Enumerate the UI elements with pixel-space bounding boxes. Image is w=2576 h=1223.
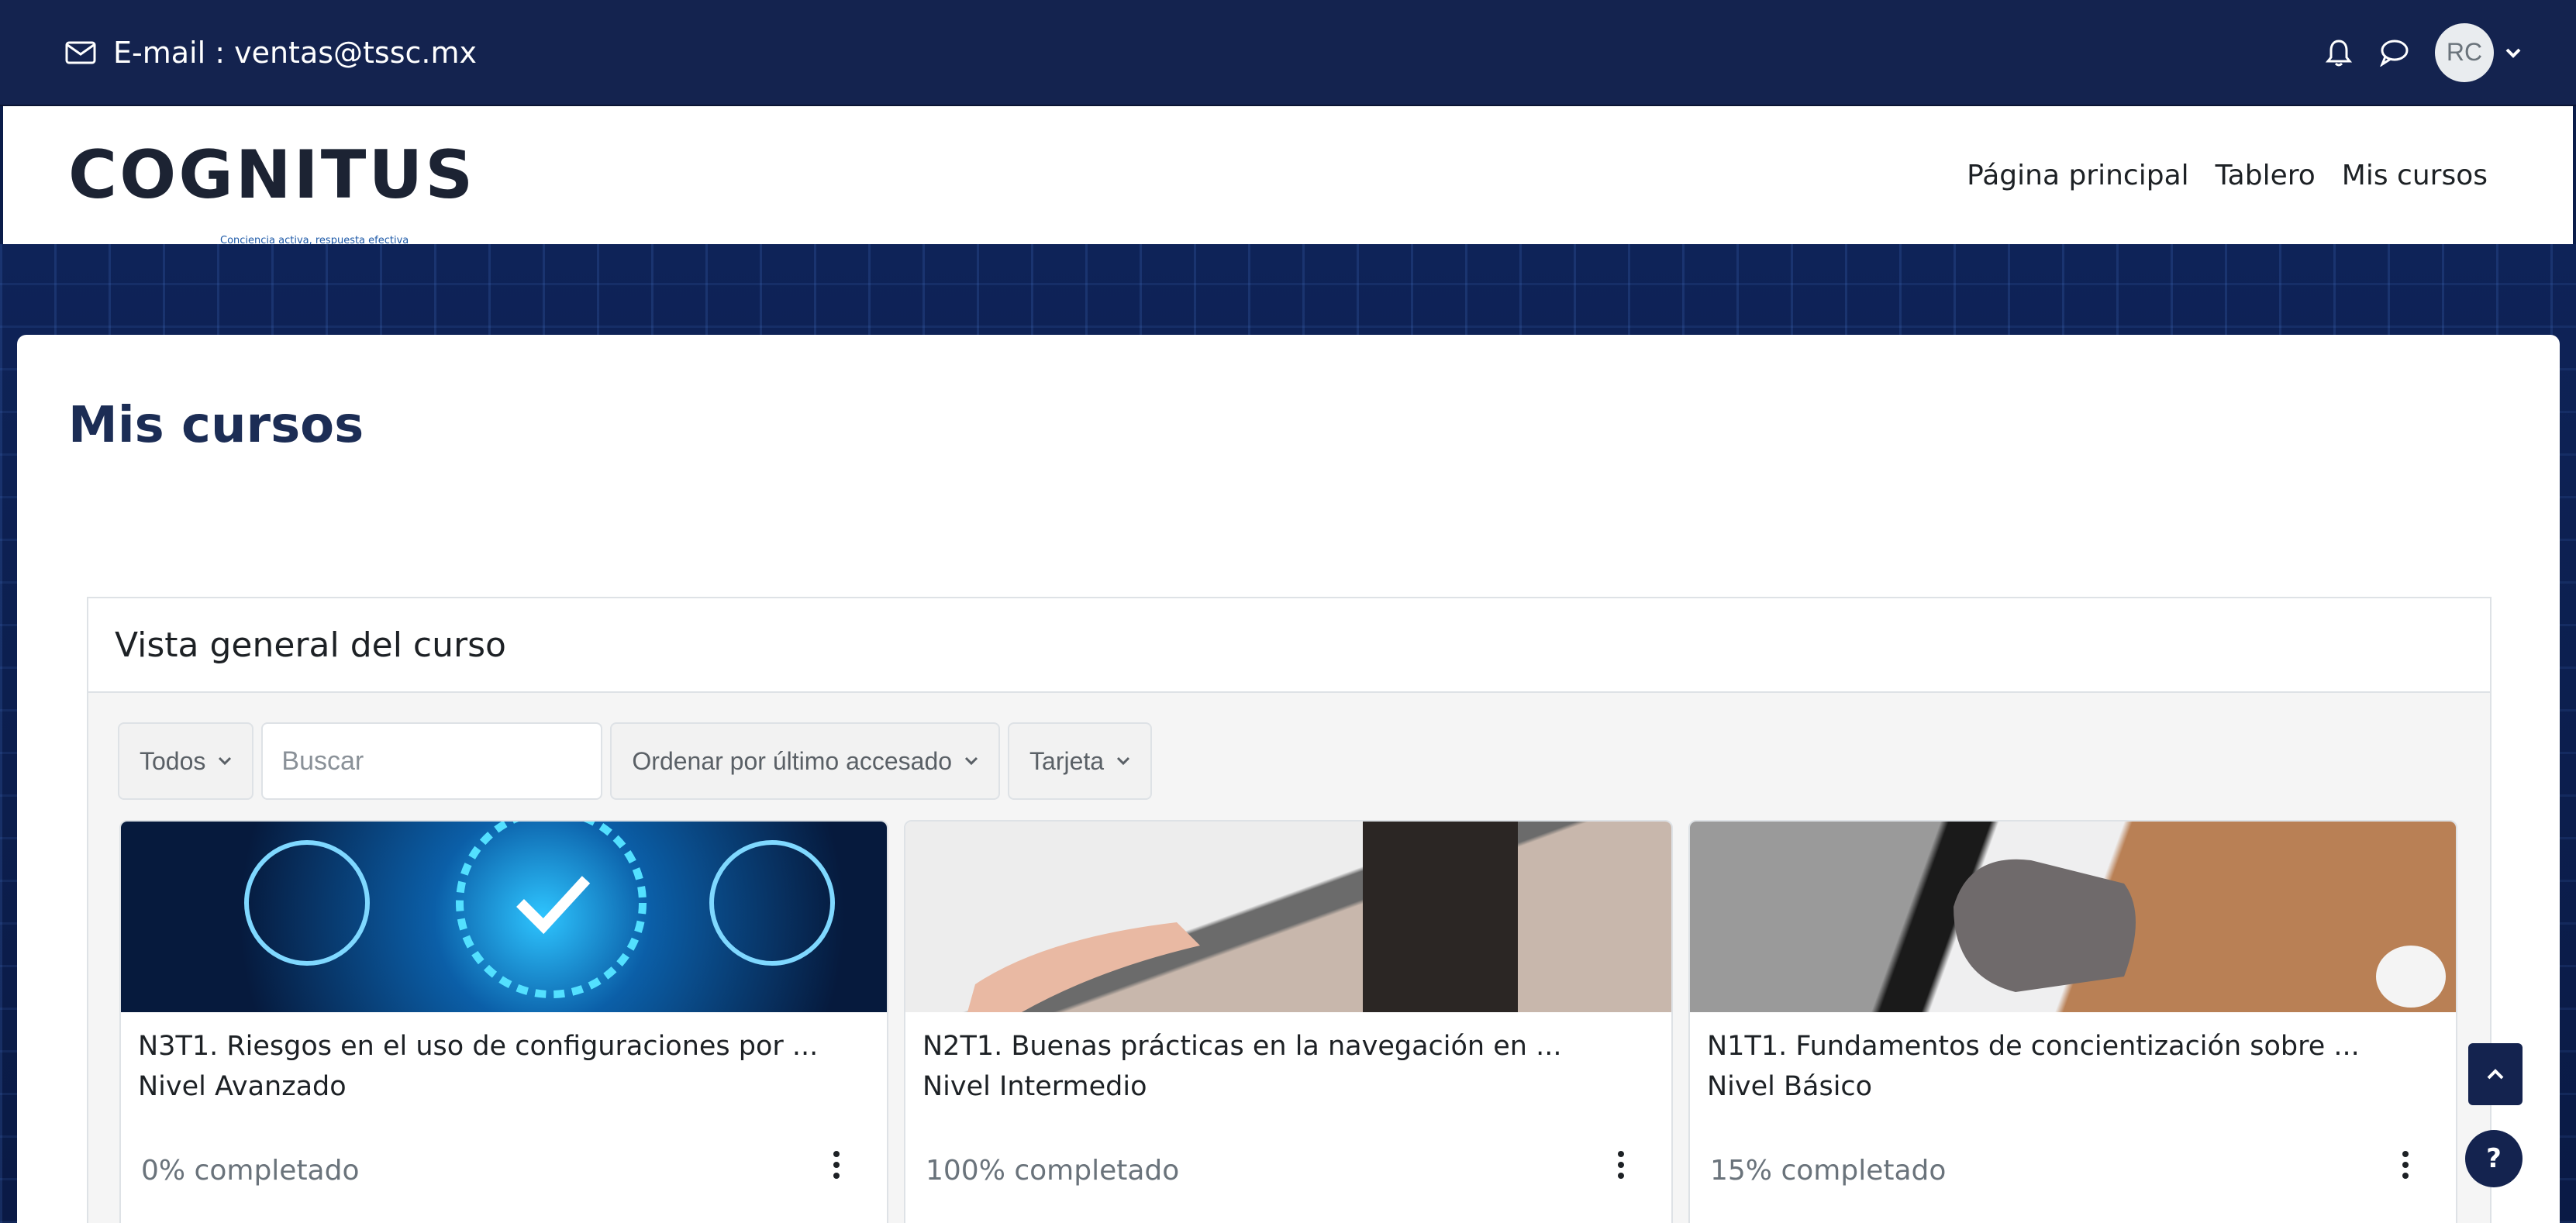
course-level: Nivel Avanzado bbox=[138, 1071, 347, 1102]
course-image[interactable] bbox=[1690, 822, 2456, 1012]
main-content: Mis cursos Vista general del curso Todos… bbox=[17, 335, 2560, 1223]
bell-icon[interactable] bbox=[2325, 38, 2353, 67]
chat-icon[interactable] bbox=[2379, 39, 2409, 67]
scroll-to-top-button[interactable] bbox=[2468, 1043, 2523, 1105]
view-mode-label: Tarjeta bbox=[1029, 746, 1105, 775]
avatar[interactable]: RC bbox=[2435, 22, 2494, 82]
chevron-down-icon bbox=[1117, 756, 1130, 766]
kebab-menu-icon[interactable] bbox=[2400, 1151, 2411, 1179]
view-mode-dropdown[interactable]: Tarjeta bbox=[1008, 722, 1153, 800]
main-navbar: COGNITUS Conciencia activa, respuesta ef… bbox=[3, 106, 2573, 246]
chevron-up-icon bbox=[2487, 1069, 2504, 1080]
course-overview-header: Vista general del curso bbox=[88, 598, 2490, 693]
nav-my-courses-link[interactable]: Mis cursos bbox=[2342, 160, 2488, 191]
email-contact: E-mail : ventas@tssc.mx bbox=[65, 36, 477, 70]
primary-nav: Página principal Tablero Mis cursos bbox=[1967, 160, 2488, 191]
course-overview-body: Todos Ordenar por último accesado Tarjet… bbox=[88, 693, 2490, 1223]
course-image-graphic bbox=[244, 822, 835, 998]
nav-dashboard-link[interactable]: Tablero bbox=[2216, 160, 2316, 191]
grouping-filter-label: Todos bbox=[140, 746, 206, 775]
course-level: Nivel Básico bbox=[1707, 1071, 1873, 1102]
course-image[interactable] bbox=[121, 822, 887, 1012]
grouping-filter-dropdown[interactable]: Todos bbox=[118, 722, 254, 800]
course-overview-block: Vista general del curso Todos Ordenar po… bbox=[87, 597, 2492, 1223]
envelope-icon bbox=[65, 41, 96, 64]
logo-text: COGNITUS bbox=[68, 136, 476, 214]
sort-label: Ordenar por último accesado bbox=[632, 746, 953, 775]
course-progress: 100% completado bbox=[926, 1155, 1180, 1187]
course-title[interactable]: N1T1. Fundamentos de concientización sob… bbox=[1707, 1031, 2360, 1062]
kebab-menu-icon[interactable] bbox=[831, 1151, 842, 1179]
cognitus-logo[interactable]: COGNITUS Conciencia activa, respuesta ef… bbox=[68, 136, 476, 246]
email-text: E-mail : ventas@tssc.mx bbox=[113, 35, 478, 70]
sort-dropdown[interactable]: Ordenar por último accesado bbox=[610, 722, 1001, 800]
course-progress: 0% completado bbox=[141, 1155, 360, 1187]
course-level: Nivel Intermedio bbox=[922, 1071, 1147, 1102]
course-progress: 15% completado bbox=[1710, 1155, 1947, 1187]
chevron-down-icon[interactable] bbox=[2505, 47, 2522, 58]
user-menu[interactable]: RC bbox=[2435, 22, 2522, 82]
question-icon: ? bbox=[2486, 1143, 2502, 1174]
help-button[interactable]: ? bbox=[2465, 1130, 2523, 1187]
course-card[interactable]: N3T1. Riesgos en el uso de configuracion… bbox=[119, 820, 888, 1223]
course-title[interactable]: N3T1. Riesgos en el uso de configuracion… bbox=[138, 1031, 818, 1062]
search-input[interactable] bbox=[261, 722, 603, 800]
top-contact-bar: E-mail : ventas@tssc.mx RC bbox=[0, 0, 2576, 106]
course-image-graphic bbox=[967, 822, 1518, 1012]
course-card[interactable]: N1T1. Fundamentos de concientización sob… bbox=[1688, 820, 2457, 1223]
course-card-list: N3T1. Riesgos en el uso de configuracion… bbox=[119, 820, 2457, 1223]
nav-home-link[interactable]: Página principal bbox=[1967, 160, 2189, 191]
chevron-down-icon bbox=[964, 756, 978, 766]
page-title: Mis cursos bbox=[68, 397, 364, 454]
course-filters: Todos Ordenar por último accesado Tarjet… bbox=[118, 722, 1153, 800]
kebab-menu-icon[interactable] bbox=[1616, 1151, 1626, 1179]
course-image-graphic bbox=[1954, 859, 2446, 1008]
course-image[interactable] bbox=[905, 822, 1671, 1012]
course-card[interactable]: N2T1. Buenas prácticas en la navegación … bbox=[904, 820, 1673, 1223]
chevron-down-icon bbox=[219, 756, 232, 766]
course-title[interactable]: N2T1. Buenas prácticas en la navegación … bbox=[922, 1031, 1561, 1062]
